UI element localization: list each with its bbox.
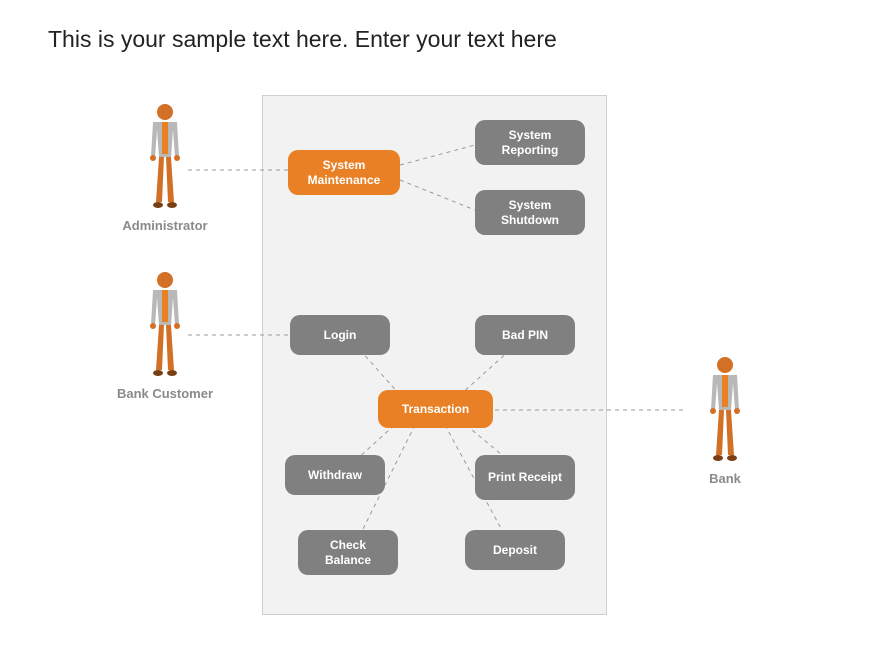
person-icon xyxy=(701,355,749,465)
node-system-maintenance: System Maintenance xyxy=(288,150,400,195)
node-system-reporting: System Reporting xyxy=(475,120,585,165)
actor-bank: Bank xyxy=(670,355,780,486)
page-title: This is your sample text here. Enter you… xyxy=(48,26,557,53)
node-transaction: Transaction xyxy=(378,390,493,428)
node-bad-pin: Bad PIN xyxy=(475,315,575,355)
node-deposit: Deposit xyxy=(465,530,565,570)
actor-bank-customer: Bank Customer xyxy=(110,270,220,401)
actor-label: Administrator xyxy=(110,218,220,233)
person-icon xyxy=(141,102,189,212)
node-print-receipt: Print Receipt xyxy=(475,455,575,500)
person-icon xyxy=(141,270,189,380)
node-check-balance: Check Balance xyxy=(298,530,398,575)
node-login: Login xyxy=(290,315,390,355)
actor-label: Bank xyxy=(670,471,780,486)
node-system-shutdown: System Shutdown xyxy=(475,190,585,235)
node-withdraw: Withdraw xyxy=(285,455,385,495)
actor-label: Bank Customer xyxy=(110,386,220,401)
actor-administrator: Administrator xyxy=(110,102,220,233)
